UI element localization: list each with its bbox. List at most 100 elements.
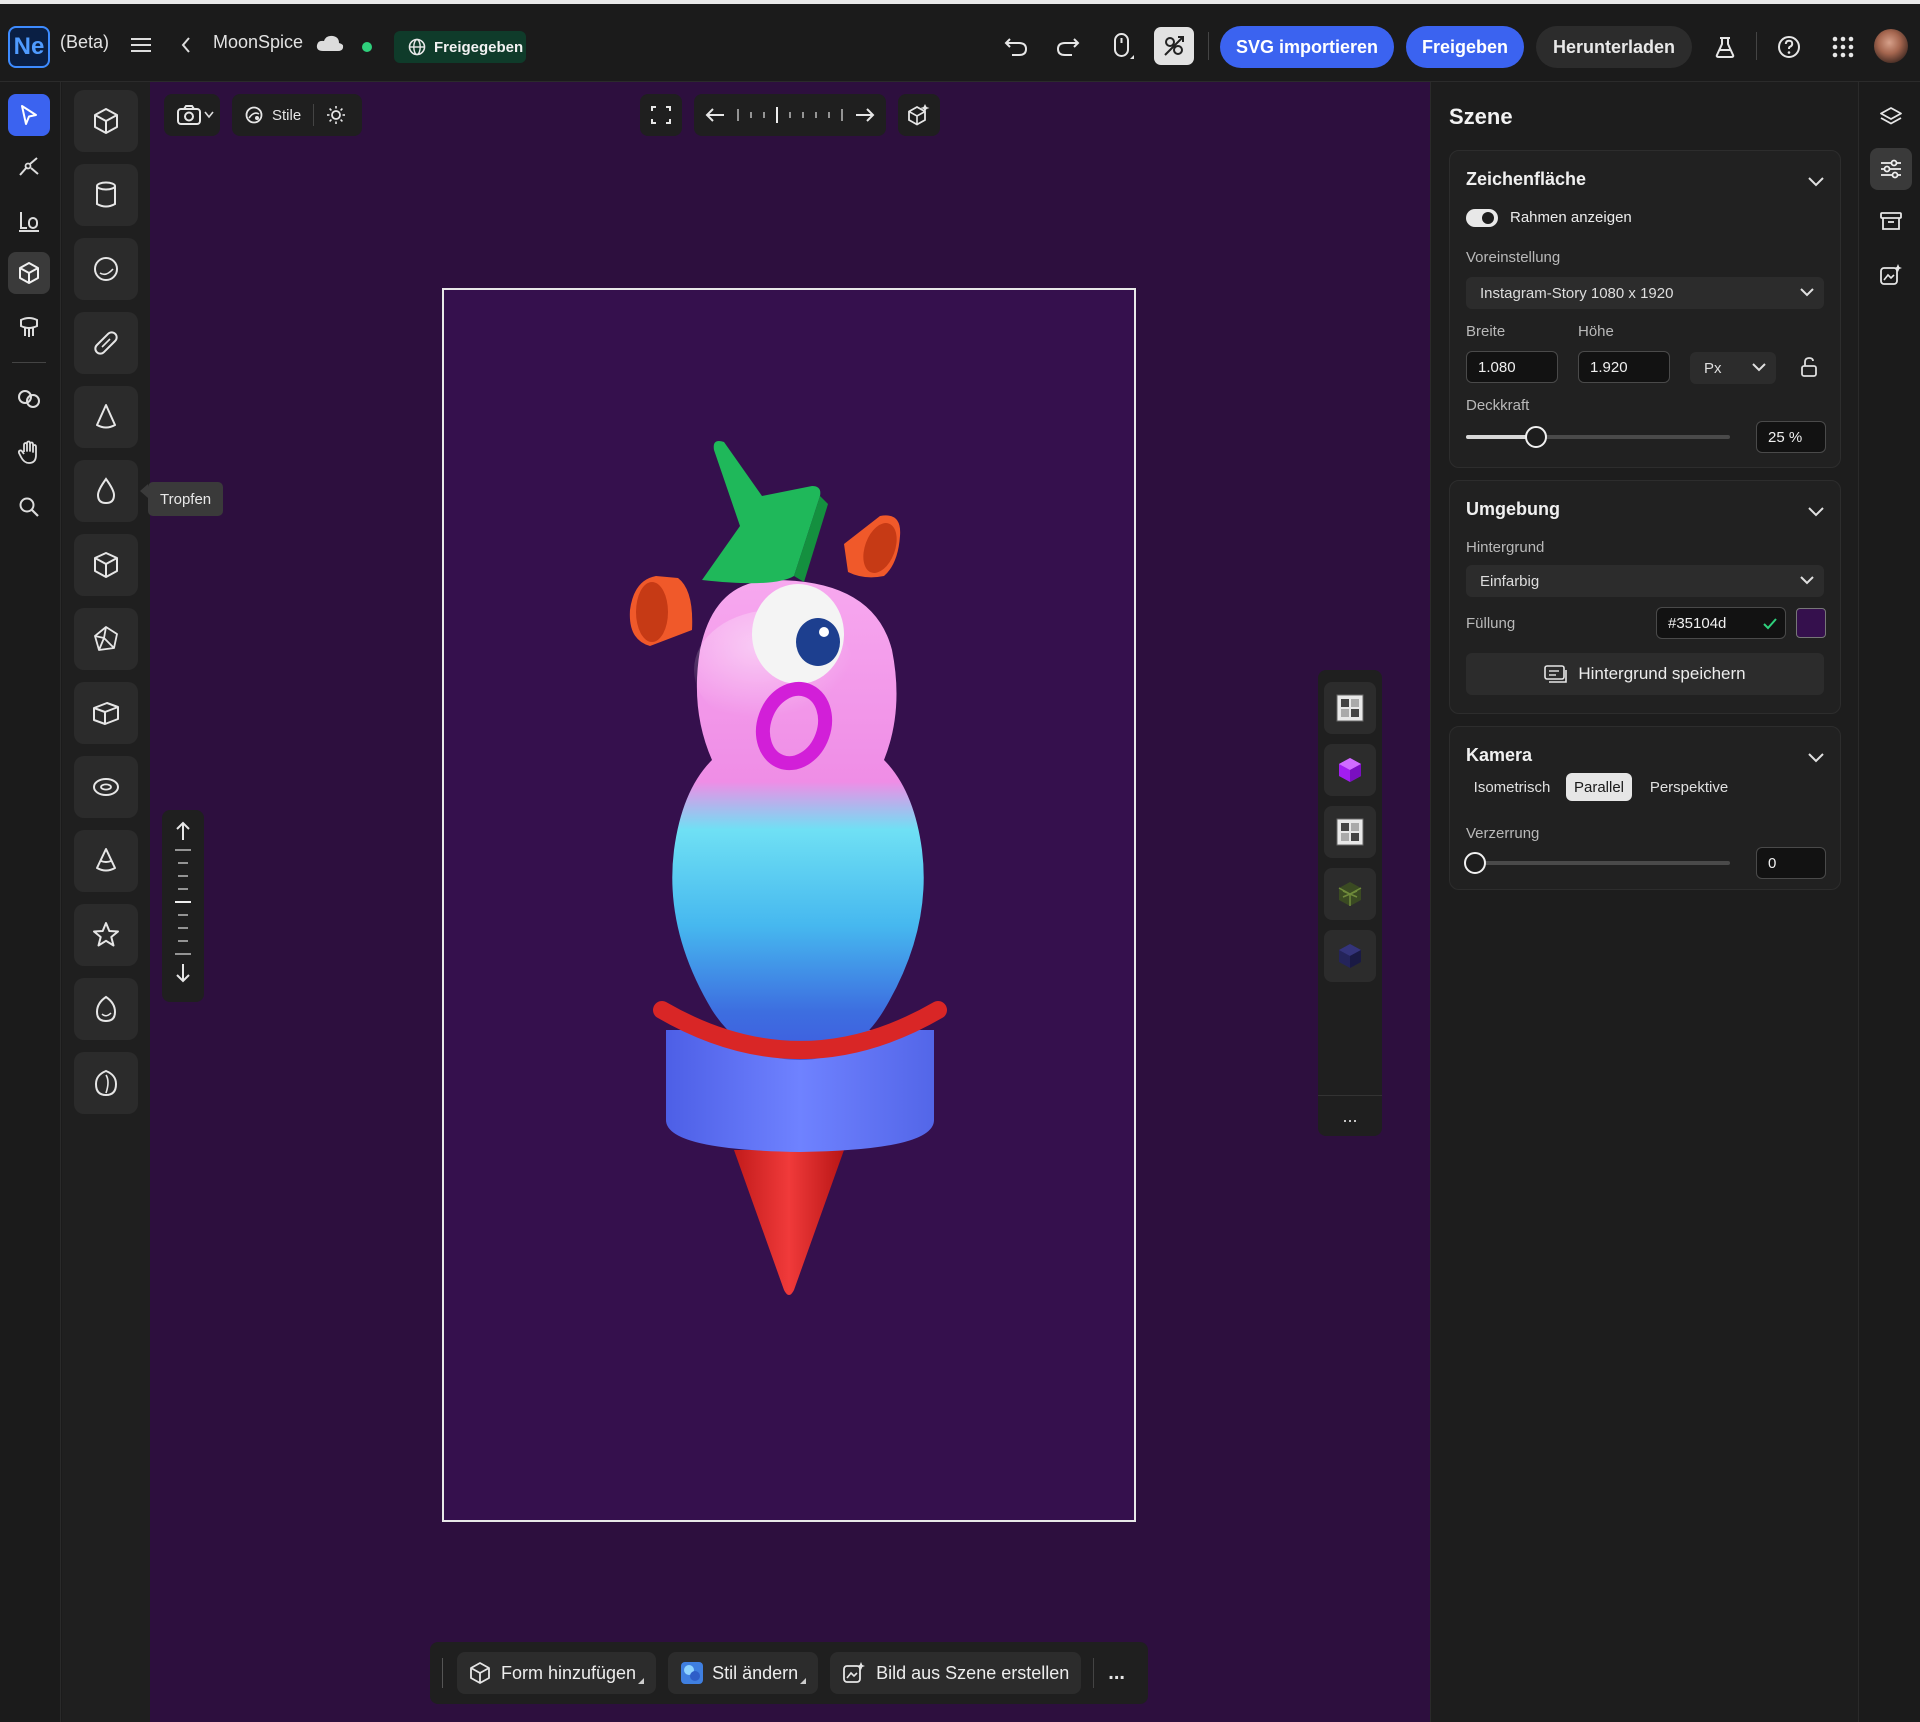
depth-ticks: [175, 849, 191, 955]
undo-icon[interactable]: [1000, 30, 1032, 62]
add-shape-button[interactable]: Form hinzufügen: [457, 1652, 657, 1694]
pen-path-tool-icon[interactable]: [8, 146, 50, 188]
more-actions-button[interactable]: ...: [1108, 1662, 1125, 1685]
unit-dropdown[interactable]: Px: [1690, 352, 1776, 384]
sun-lighting-icon[interactable]: [326, 105, 346, 125]
back-chevron-icon[interactable]: [176, 30, 196, 60]
properties-sliders-icon[interactable]: [1870, 148, 1912, 190]
rotation-scrubber[interactable]: [694, 94, 886, 136]
save-background-button[interactable]: Hintergrund speichern: [1466, 653, 1824, 695]
image-from-scene-button[interactable]: Bild aus Szene erstellen: [830, 1652, 1082, 1694]
fill-hex-input[interactable]: #35104d: [1656, 607, 1786, 639]
styles-lighting-bar: Stile: [232, 94, 362, 136]
camera-mode-perspective[interactable]: Perspektive: [1640, 773, 1738, 801]
divider: [12, 362, 46, 363]
chevron-down-icon[interactable]: [1808, 177, 1824, 187]
camera-view-dropdown[interactable]: [164, 94, 220, 136]
camera-mode-parallel[interactable]: Parallel: [1566, 773, 1632, 801]
fill-color-swatch[interactable]: [1796, 608, 1826, 638]
select-tool-icon[interactable]: [8, 94, 50, 136]
scene-canvas[interactable]: Stile ... Form hinzufügen Stil ändern Bi…: [150, 82, 1430, 1722]
cylinder-shape-icon[interactable]: [74, 164, 138, 226]
online-status-dot: [362, 42, 372, 52]
opacity-slider[interactable]: [1466, 426, 1730, 448]
help-icon[interactable]: [1774, 32, 1804, 62]
shapes-3d-tool-icon[interactable]: [8, 252, 50, 294]
shell-shape-icon[interactable]: [74, 1052, 138, 1114]
pyramid-cone-shape-icon[interactable]: [74, 830, 138, 892]
show-frame-label: Rahmen anzeigen: [1510, 209, 1632, 226]
environment-section: Umgebung Hintergrund Einfarbig Füllung #…: [1449, 480, 1841, 714]
text-shapes-tool-icon[interactable]: [8, 200, 50, 242]
camera-mode-isometric[interactable]: Isometrisch: [1466, 773, 1558, 801]
arrow-down-icon: [176, 964, 190, 983]
dark-cube-icon[interactable]: [1324, 930, 1376, 982]
hamburger-menu-icon[interactable]: [126, 30, 156, 60]
preset-dropdown[interactable]: Instagram-Story 1080 x 1920: [1466, 277, 1824, 309]
background-dropdown[interactable]: Einfarbig: [1466, 565, 1824, 597]
user-avatar[interactable]: [1874, 29, 1908, 63]
hand-pan-tool-icon[interactable]: [8, 432, 50, 474]
zoom-search-icon[interactable]: [8, 486, 50, 528]
depth-slider[interactable]: [162, 810, 204, 1002]
wire-cube-icon[interactable]: [1324, 868, 1376, 920]
polyhedron-shape-icon[interactable]: [74, 608, 138, 670]
share-button[interactable]: Freigeben: [1406, 26, 1524, 68]
distortion-slider[interactable]: [1464, 852, 1730, 874]
extrude-tool-icon[interactable]: [8, 306, 50, 348]
camera-icon: [177, 105, 201, 125]
fit-frame-icon[interactable]: [640, 94, 682, 136]
change-style-button[interactable]: Stil ändern: [668, 1652, 819, 1694]
layers-icon[interactable]: [1870, 96, 1912, 138]
opacity-input[interactable]: 25 %: [1756, 421, 1826, 453]
arrow-left-icon: [705, 108, 724, 122]
style-thumbnail-icon: [681, 1662, 704, 1684]
distortion-input[interactable]: 0: [1756, 847, 1826, 879]
purple-cube-icon[interactable]: [1324, 744, 1376, 796]
material-preview-icon[interactable]: [1324, 806, 1376, 858]
image-sparkle-icon: [843, 1662, 866, 1683]
egg-shape-icon[interactable]: [74, 978, 138, 1040]
auto-rotate-icon[interactable]: [898, 94, 940, 136]
beta-label: (Beta): [60, 32, 110, 52]
arrow-right-icon: [856, 108, 875, 122]
download-button[interactable]: Herunterladen: [1536, 26, 1692, 68]
prism-shape-icon[interactable]: [74, 534, 138, 596]
lock-open-icon[interactable]: [1800, 356, 1818, 378]
width-input[interactable]: 1.080: [1466, 351, 1558, 383]
show-frame-toggle[interactable]: [1466, 209, 1498, 227]
star-shape-icon[interactable]: [74, 904, 138, 966]
distortion-slider-handle[interactable]: [1464, 852, 1486, 874]
character-3d-model[interactable]: [444, 290, 1134, 1520]
apps-grid-icon[interactable]: [1828, 32, 1858, 62]
app-logo[interactable]: Ne: [8, 26, 50, 68]
shared-badge[interactable]: Freigegeben: [394, 31, 526, 63]
redo-icon[interactable]: [1052, 30, 1084, 62]
opacity-slider-handle[interactable]: [1525, 426, 1547, 448]
beaker-labs-icon[interactable]: [1710, 32, 1740, 62]
drop-shape-icon[interactable]: [74, 460, 138, 522]
object-library-strip: ...: [1318, 670, 1382, 1136]
mouse-mode-icon[interactable]: [1106, 30, 1138, 62]
chevron-down-icon[interactable]: [1808, 507, 1824, 517]
capsule-shape-icon[interactable]: [74, 312, 138, 374]
chevron-down-icon[interactable]: [1808, 753, 1824, 763]
material-preview-icon[interactable]: [1324, 682, 1376, 734]
import-svg-button[interactable]: SVG importieren: [1220, 26, 1394, 68]
cone-shape-icon[interactable]: [74, 386, 138, 448]
project-name[interactable]: MoonSpice: [213, 32, 303, 53]
height-input[interactable]: 1.920: [1578, 351, 1670, 383]
box-shape-icon[interactable]: [74, 682, 138, 744]
opacity-label: Deckkraft: [1466, 397, 1530, 414]
sphere-shape-icon[interactable]: [74, 238, 138, 300]
torus-shape-icon[interactable]: [74, 756, 138, 818]
generative-image-icon[interactable]: [1870, 254, 1912, 296]
more-objects-button[interactable]: ...: [1318, 1095, 1382, 1136]
styles-button[interactable]: Stile: [272, 107, 301, 124]
artboard[interactable]: [442, 288, 1136, 1522]
cube-icon: [470, 1662, 490, 1684]
physics-toggle-icon[interactable]: [1154, 27, 1194, 65]
combine-tool-icon[interactable]: [8, 378, 50, 420]
assets-archive-icon[interactable]: [1870, 200, 1912, 242]
cube-shape-icon[interactable]: [74, 90, 138, 152]
